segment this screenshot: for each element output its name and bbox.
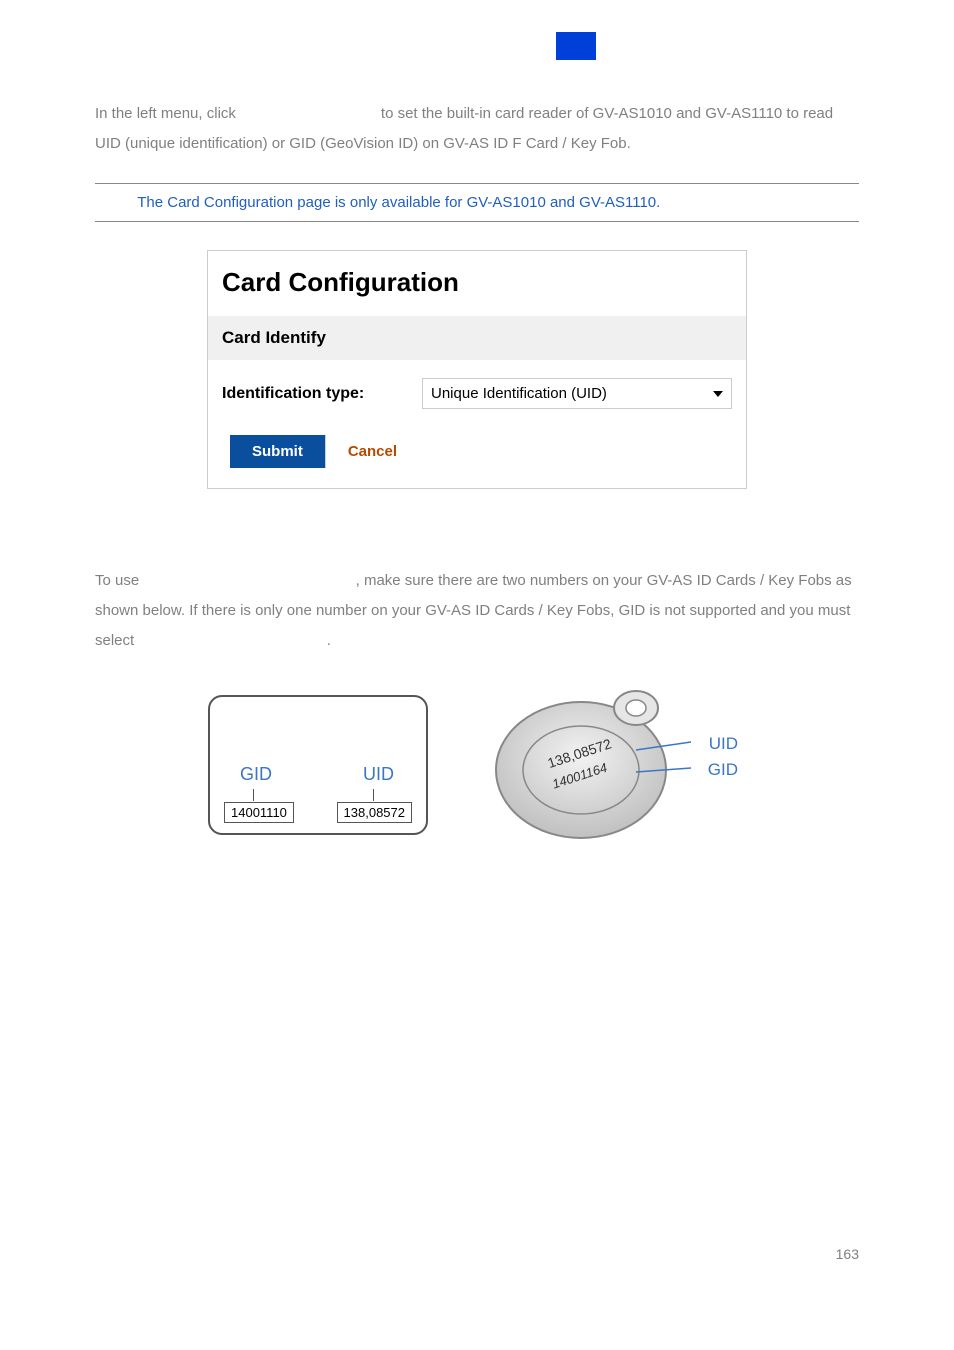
text: To use <box>95 572 143 589</box>
connector-line <box>373 789 374 801</box>
figure-label: Figure 8-12 <box>95 519 859 536</box>
id-card-illustration: GID UID 14001110 138,08572 <box>208 695 428 835</box>
section-heading: 8.2.2 Card Setting <box>95 55 859 81</box>
connector-line <box>253 789 254 801</box>
card-config-panel: Card Configuration Card Identify Identif… <box>207 250 747 489</box>
usage-paragraph: To use GeoVision Identification (GID), m… <box>95 566 859 656</box>
panel-title: Card Configuration <box>208 251 746 316</box>
cancel-button[interactable]: Cancel <box>326 435 419 468</box>
gid-label: GID <box>240 764 272 785</box>
text: . <box>327 632 331 649</box>
text-bold: Card Configuration <box>240 105 377 122</box>
submit-button[interactable]: Submit <box>230 435 326 468</box>
identification-label: Identification type: <box>222 385 422 403</box>
chapter-number: 8 <box>541 38 552 61</box>
note-text: The Card Configuration page is only avai… <box>133 194 660 211</box>
uid-number: 138,08572 <box>337 802 412 823</box>
section-title: Card Setting <box>154 55 285 80</box>
text-bold: GeoVision Identification (GID) <box>143 572 355 589</box>
gid-number: 14001110 <box>224 802 294 823</box>
select-value: Unique Identification (UID) <box>431 385 607 402</box>
section-number: 8.2.2 <box>95 55 144 80</box>
note-box: Note: The Card Configuration page is onl… <box>95 183 859 222</box>
uid-label: UID <box>363 764 394 785</box>
fob-uid-label: UID <box>709 734 738 754</box>
text-bold: Unique Identification (UID) <box>138 632 326 649</box>
chapter-badge <box>556 32 596 60</box>
note-label: Note: <box>95 194 133 211</box>
chevron-down-icon <box>713 391 723 397</box>
intro-paragraph: In the left menu, click Card Configurati… <box>95 99 859 159</box>
illustration-row: GID UID 14001110 138,08572 138,08572 <box>95 680 859 850</box>
identification-select[interactable]: Unique Identification (UID) <box>422 378 732 409</box>
text: In the left menu, click <box>95 105 240 122</box>
page-number: 163 <box>836 1246 859 1262</box>
button-row: SubmitCancel <box>208 417 746 488</box>
panel-section-header: Card Identify <box>208 316 746 360</box>
identification-row: Identification type: Unique Identificati… <box>208 360 746 417</box>
fob-gid-label: GID <box>708 760 738 780</box>
key-fob-illustration: 138,08572 14001164 UID GID <box>486 680 746 850</box>
